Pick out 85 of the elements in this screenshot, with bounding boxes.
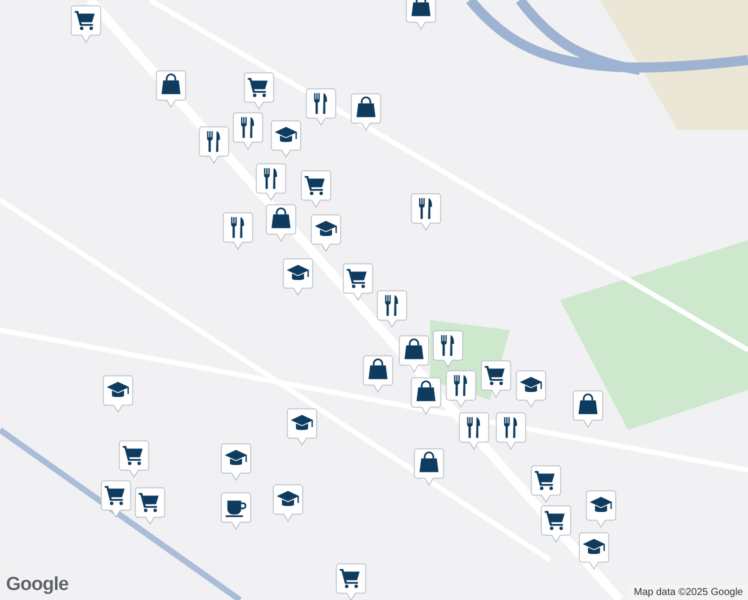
- map-marker[interactable]: [100, 480, 132, 518]
- graduation-cap-icon: [274, 126, 298, 142]
- bag-icon: [416, 380, 436, 402]
- map-marker[interactable]: [530, 465, 562, 503]
- map-marker[interactable]: [243, 72, 275, 110]
- map-marker[interactable]: [540, 505, 572, 543]
- fork-and-knife-icon: [207, 131, 220, 152]
- map-marker[interactable]: [270, 120, 302, 158]
- map-marker[interactable]: [495, 412, 527, 450]
- graduation-cap-icon: [224, 450, 248, 466]
- map-marker[interactable]: [480, 360, 512, 398]
- logo: Google: [6, 574, 68, 596]
- graduation-cap-icon: [276, 490, 300, 506]
- graduation-cap-icon: [106, 382, 130, 398]
- map-marker[interactable]: [515, 370, 547, 408]
- map-marker[interactable]: [286, 408, 318, 446]
- fork-and-knife-icon: [241, 117, 254, 138]
- graduation-cap-icon: [590, 496, 612, 512]
- bag-icon: [272, 207, 290, 228]
- map-marker[interactable]: [134, 487, 166, 525]
- map-marker[interactable]: [376, 290, 408, 328]
- bag-icon: [412, 0, 430, 16]
- map-marker[interactable]: [405, 0, 437, 30]
- cart-icon: [544, 511, 565, 530]
- cart-icon: [304, 176, 325, 196]
- map-marker[interactable]: [70, 5, 102, 43]
- map-marker[interactable]: [398, 335, 430, 373]
- cart-icon: [248, 78, 268, 98]
- cart-icon: [104, 486, 125, 506]
- bag-icon: [356, 96, 376, 118]
- graduation-cap-icon: [582, 538, 606, 554]
- map-marker[interactable]: [265, 204, 297, 242]
- map-marker[interactable]: [578, 532, 610, 570]
- map-marker[interactable]: [272, 484, 304, 522]
- bag-icon: [162, 73, 180, 94]
- graduation-cap-icon: [286, 264, 310, 280]
- bag-icon: [368, 358, 388, 380]
- graduation-cap-icon: [290, 414, 314, 430]
- cart-icon: [346, 269, 367, 288]
- map-marker[interactable]: [342, 263, 374, 301]
- graduation-cap-icon: [314, 220, 338, 236]
- map-marker[interactable]: [198, 126, 230, 164]
- fork-and-knife-icon: [441, 335, 454, 356]
- cart-icon: [74, 11, 95, 30]
- bag-icon: [404, 338, 424, 360]
- map-marker[interactable]: [350, 93, 382, 131]
- fork-and-knife-icon: [504, 417, 518, 438]
- cart-icon: [122, 446, 143, 466]
- fork-and-knife-icon: [385, 295, 398, 316]
- graduation-cap-icon: [520, 376, 542, 392]
- map-marker[interactable]: [305, 88, 337, 126]
- map-marker[interactable]: [413, 448, 445, 486]
- fork-and-knife-icon: [454, 375, 468, 396]
- bag-icon: [578, 393, 598, 414]
- fork-and-knife-icon: [231, 217, 244, 238]
- fork-and-knife-icon: [467, 417, 480, 438]
- map-marker[interactable]: [282, 258, 314, 296]
- map-marker[interactable]: [310, 214, 342, 252]
- map-marker[interactable]: [118, 440, 150, 478]
- map-marker[interactable]: [410, 193, 442, 231]
- map-marker[interactable]: [300, 170, 332, 208]
- map-marker[interactable]: [458, 412, 490, 450]
- map-marker[interactable]: [572, 390, 604, 428]
- map-marker[interactable]: [445, 370, 477, 408]
- cart-icon: [484, 366, 505, 386]
- map-marker[interactable]: [585, 490, 617, 528]
- map-marker[interactable]: [410, 377, 442, 415]
- fork-and-knife-icon: [314, 93, 328, 114]
- map-marker[interactable]: [232, 112, 264, 150]
- cart-icon: [534, 471, 555, 490]
- fork-and-knife-icon: [419, 198, 432, 219]
- map-marker[interactable]: [220, 492, 252, 530]
- fork-and-knife-icon: [264, 168, 278, 189]
- bag-icon: [420, 451, 438, 472]
- map-marker[interactable]: [432, 330, 464, 368]
- map-marker[interactable]: [335, 563, 367, 600]
- map-marker[interactable]: [155, 70, 187, 108]
- map-marker[interactable]: [220, 443, 252, 481]
- cart-icon: [340, 569, 360, 588]
- coffee-cup-icon: [226, 500, 246, 518]
- cart-icon: [138, 493, 159, 512]
- map-marker[interactable]: [222, 212, 254, 250]
- map-marker[interactable]: [362, 355, 394, 393]
- map-marker[interactable]: [102, 375, 134, 413]
- map-marker[interactable]: [255, 163, 287, 201]
